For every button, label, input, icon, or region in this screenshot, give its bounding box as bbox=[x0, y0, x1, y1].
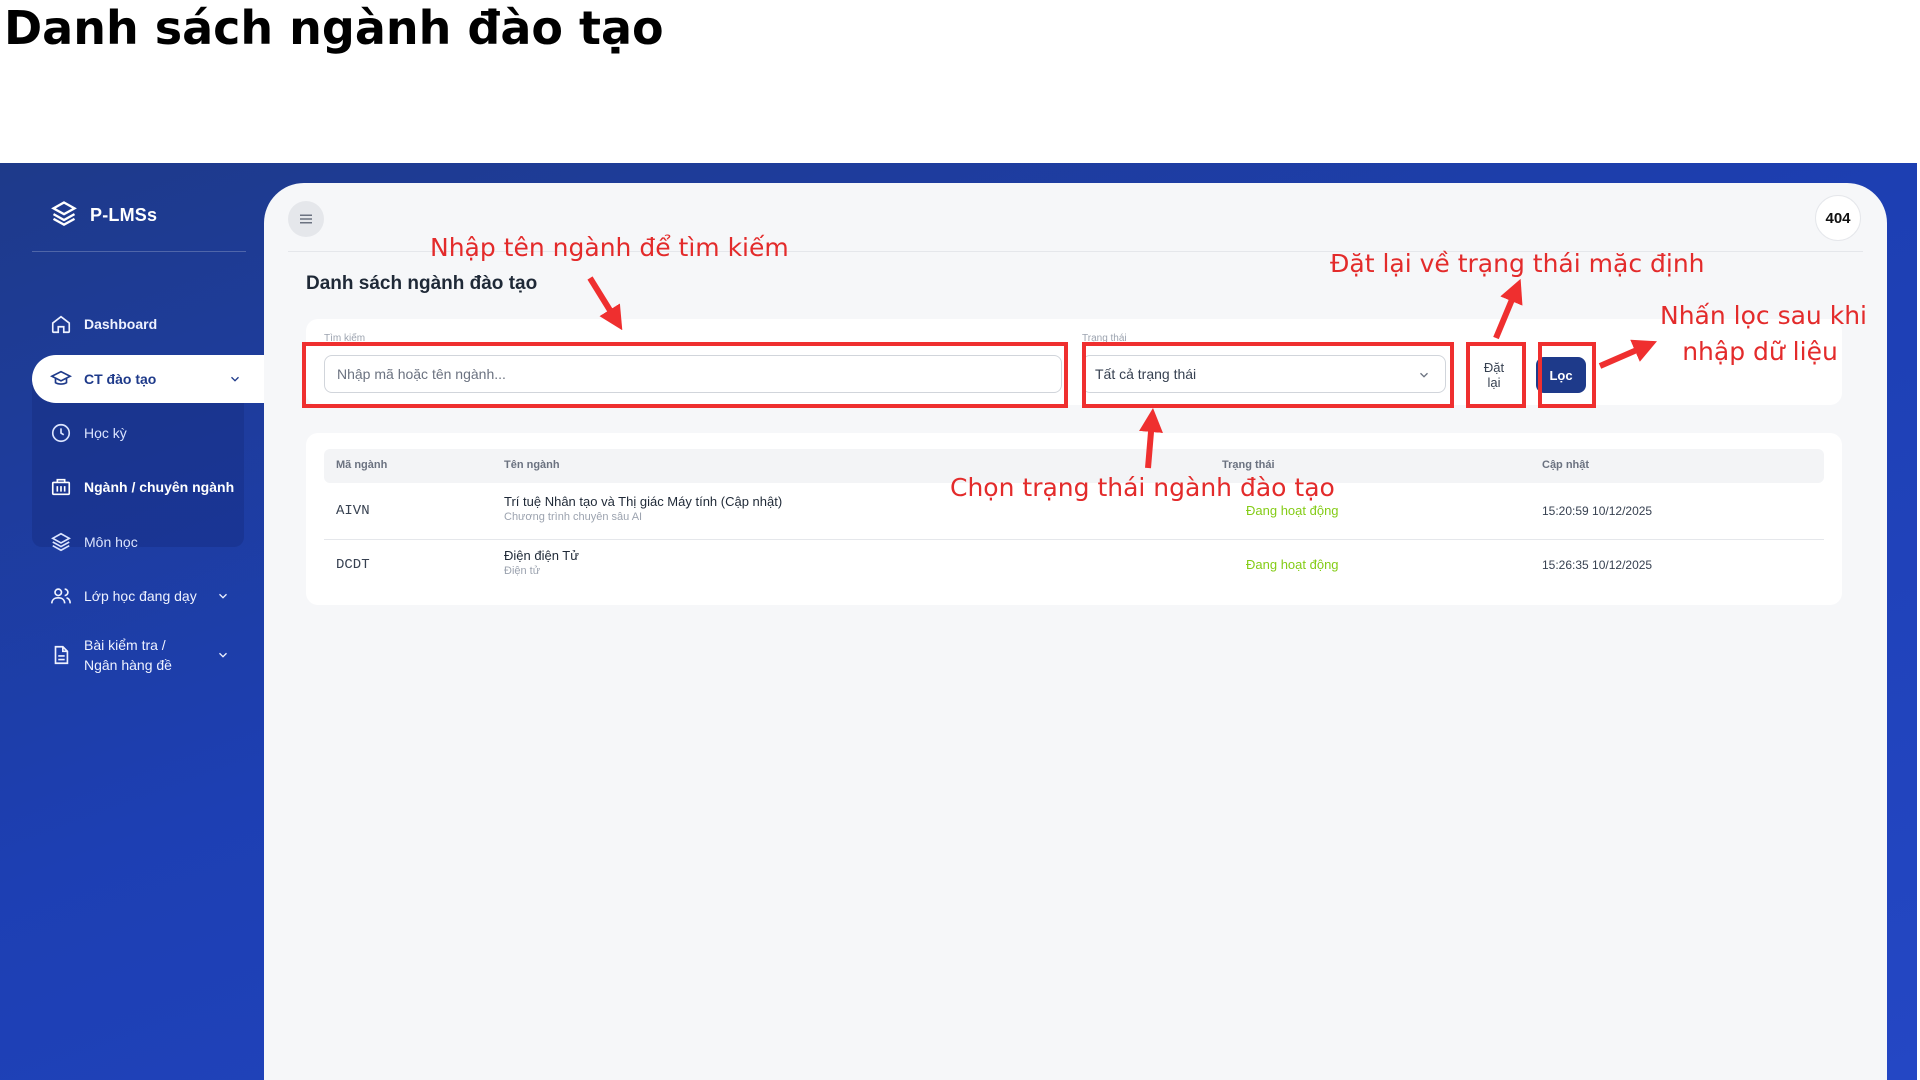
sidebar-item-label: Lớp học đang dạy bbox=[84, 588, 197, 604]
column-header-code: Mã ngành bbox=[336, 459, 388, 471]
brand[interactable]: P-LMSs bbox=[50, 199, 157, 232]
logo-layers-icon bbox=[50, 199, 78, 232]
hamburger-icon bbox=[300, 214, 312, 224]
brand-name: P-LMSs bbox=[90, 205, 158, 225]
sidebar-item-label: Ngành / chuyên ngành bbox=[84, 479, 235, 495]
sidebar-item-label: Dashboard bbox=[84, 316, 158, 332]
sidebar-item-lop-hoc[interactable]: Lớp học đang dạy bbox=[32, 572, 252, 620]
annotation-filter-hint-line2: nhập dữ liệu bbox=[1682, 337, 1838, 366]
chevron-down-icon bbox=[219, 652, 227, 658]
users-icon bbox=[50, 585, 72, 607]
major-name: Điện điện Tử bbox=[504, 548, 579, 563]
annotation-filter-highlight bbox=[1538, 342, 1596, 408]
column-header-updated: Cập nhật bbox=[1542, 459, 1590, 471]
avatar[interactable]: 404 bbox=[1815, 195, 1861, 241]
sidebar-item-label: CT đào tạo bbox=[84, 371, 157, 387]
sidebar-item-label: Ngân hàng đề bbox=[84, 657, 172, 673]
sidebar-item-label: Môn học bbox=[84, 534, 138, 550]
major-name: Trí tuệ Nhân tạo và Thị giác Máy tính (C… bbox=[504, 494, 783, 509]
sidebar-item-bai-kiem-tra[interactable]: Bài kiểm tra / Ngân hàng đề bbox=[32, 627, 252, 683]
sidebar-item-dashboard[interactable]: Dashboard bbox=[32, 300, 252, 348]
sidebar-item-label: Học kỳ bbox=[84, 425, 127, 441]
table-row[interactable]: DCDT Điện điện Tử Điện tử Đang hoạt động… bbox=[324, 539, 1824, 593]
column-header-name: Tên ngành bbox=[504, 459, 560, 471]
app-screenshot: P-LMSs Dashboard CT đào tạo Học kỳ Ngành… bbox=[0, 163, 1920, 1080]
major-description: Điện tử bbox=[504, 565, 541, 577]
annotation-filter-hint-line1: Nhấn lọc sau khi bbox=[1660, 301, 1867, 330]
annotation-reset-highlight bbox=[1466, 342, 1526, 408]
chevron-down-icon bbox=[219, 593, 227, 599]
updated-time: 15:20:59 10/12/2025 bbox=[1542, 504, 1653, 518]
building-icon bbox=[50, 476, 72, 498]
updated-time: 15:26:35 10/12/2025 bbox=[1542, 558, 1653, 572]
annotation-reset-hint: Đặt lại về trạng thái mặc định bbox=[1330, 249, 1705, 278]
home-icon bbox=[50, 313, 72, 335]
sidebar-item-ct-dao-tao[interactable]: CT đào tạo bbox=[32, 355, 264, 403]
clock-icon bbox=[50, 422, 72, 444]
status-badge: Đang hoạt động bbox=[1246, 557, 1339, 572]
sidebar-divider bbox=[32, 251, 246, 252]
major-code: AIVN bbox=[336, 503, 370, 519]
page-title: Danh sách ngành đào tạo bbox=[306, 273, 538, 294]
major-code: DCDT bbox=[336, 557, 370, 573]
sidebar-item-nganh[interactable]: Ngành / chuyên ngành bbox=[32, 463, 252, 511]
layers-icon bbox=[50, 531, 72, 553]
sidebar-item-mon-hoc[interactable]: Môn học bbox=[32, 518, 252, 566]
page-heading: Danh sách ngành đào tạo bbox=[4, 1, 664, 55]
sidebar: P-LMSs Dashboard CT đào tạo Học kỳ Ngành… bbox=[0, 163, 264, 1080]
annotation-status-highlight bbox=[1082, 342, 1454, 408]
sidebar-item-label: Bài kiểm tra / bbox=[84, 637, 166, 653]
annotation-status-hint: Chọn trạng thái ngành đào tạo bbox=[950, 473, 1335, 502]
menu-toggle-button[interactable] bbox=[288, 201, 324, 237]
annotation-search-highlight bbox=[302, 342, 1068, 408]
graduation-cap-icon bbox=[50, 368, 72, 390]
major-description: Chương trình chuyên sâu AI bbox=[504, 511, 643, 523]
main-panel: 404 Danh sách ngành đào tạo Tìm kiếm Trạ… bbox=[264, 183, 1887, 1080]
annotation-search-hint: Nhập tên ngành để tìm kiếm bbox=[430, 233, 789, 262]
majors-table: Mã ngành Tên ngành Trạng thái Cập nhật A… bbox=[306, 433, 1842, 605]
document-icon bbox=[50, 644, 72, 666]
sidebar-item-hoc-ky[interactable]: Học kỳ bbox=[32, 409, 252, 457]
